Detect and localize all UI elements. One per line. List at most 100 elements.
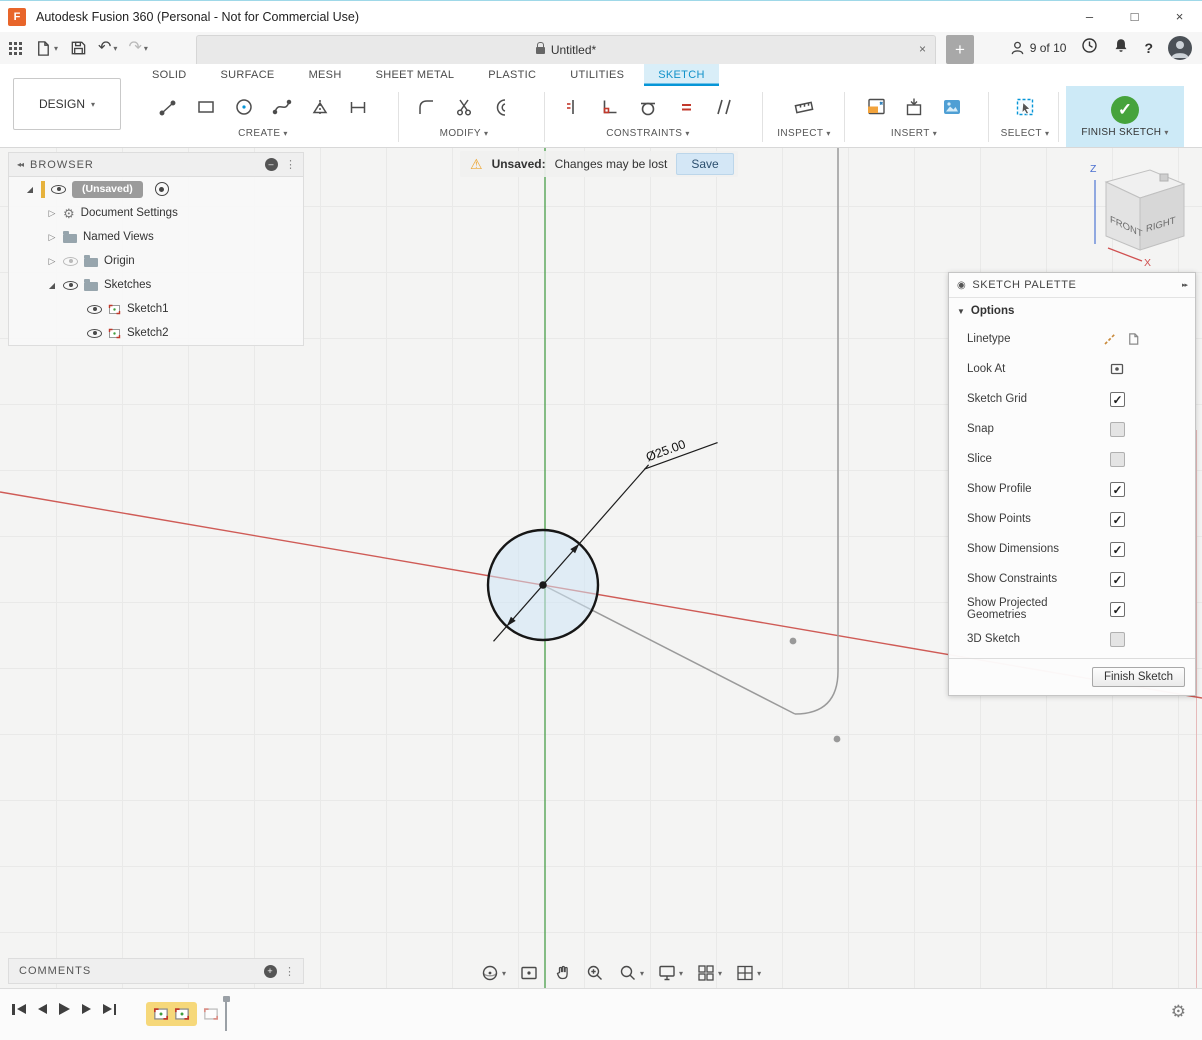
root-document-label[interactable]: (Unsaved) xyxy=(72,181,143,198)
timeline-play-button[interactable] xyxy=(59,1003,70,1015)
visibility-eye-icon[interactable] xyxy=(87,329,102,338)
tab-close-icon[interactable]: × xyxy=(919,42,926,56)
show-projected-checkbox[interactable]: ✓ xyxy=(1110,602,1125,617)
linetype-reference-icon[interactable] xyxy=(1126,331,1141,347)
tree-row-sketch1[interactable]: Sketch1 xyxy=(9,297,303,321)
linetype-construction-icon[interactable] xyxy=(1102,331,1118,347)
inspect-dropdown[interactable]: INSPECT▾ xyxy=(777,128,831,139)
save-document-button[interactable]: Save xyxy=(676,153,733,175)
tree-row-named-views[interactable]: ▷ Named Views xyxy=(9,225,303,249)
create-circle-icon[interactable] xyxy=(225,90,263,124)
select-dropdown[interactable]: SELECT▾ xyxy=(1001,128,1050,139)
show-points-checkbox[interactable]: ✓ xyxy=(1110,512,1125,527)
add-comment-icon[interactable]: + xyxy=(264,965,277,978)
timeline-skip-start-button[interactable] xyxy=(12,1004,26,1015)
dimension-label-group[interactable]: Ø25.00 xyxy=(638,427,717,470)
app-grid-icon[interactable] xyxy=(8,41,23,56)
visibility-eye-icon[interactable] xyxy=(51,185,66,194)
modify-fillet-icon[interactable] xyxy=(407,90,445,124)
constraint-vertical-icon[interactable] xyxy=(553,90,591,124)
constraint-tangent-icon[interactable] xyxy=(629,90,667,124)
tab-utilities[interactable]: UTILITIES xyxy=(556,64,638,86)
pan-tool[interactable] xyxy=(552,963,572,983)
create-rectangle-icon[interactable] xyxy=(187,90,225,124)
expander-icon[interactable]: ◢ xyxy=(47,281,57,290)
tree-row-sketch2[interactable]: Sketch2 xyxy=(9,321,303,345)
snap-checkbox[interactable] xyxy=(1110,422,1125,437)
viewports-tool[interactable]: ▾ xyxy=(735,963,761,983)
tab-solid[interactable]: SOLID xyxy=(138,64,201,86)
tree-row-sketches[interactable]: ◢ Sketches xyxy=(9,273,303,297)
constraint-parallel-icon[interactable] xyxy=(705,90,743,124)
dimension-label[interactable]: Ø25.00 xyxy=(644,437,687,464)
show-profile-checkbox[interactable]: ✓ xyxy=(1110,482,1125,497)
tab-surface[interactable]: SURFACE xyxy=(207,64,289,86)
save-button[interactable] xyxy=(69,39,87,57)
timeline-skip-end-button[interactable] xyxy=(103,1004,117,1015)
create-line-icon[interactable] xyxy=(149,90,187,124)
look-at-icon[interactable] xyxy=(1109,361,1125,377)
inspect-measure-icon[interactable] xyxy=(785,90,823,124)
constraints-dropdown[interactable]: CONSTRAINTS▾ xyxy=(606,128,690,139)
display-settings-tool[interactable]: ▾ xyxy=(657,963,683,983)
close-button[interactable]: × xyxy=(1157,1,1202,33)
zoom-tool[interactable] xyxy=(585,963,605,983)
tab-plastic[interactable]: PLASTIC xyxy=(474,64,550,86)
document-tab[interactable]: Untitled* × xyxy=(196,35,936,64)
collapse-panel-icon[interactable]: ◂◂ xyxy=(17,160,23,169)
finish-sketch-palette-button[interactable]: Finish Sketch xyxy=(1092,667,1185,687)
constraint-coincident-icon[interactable] xyxy=(591,90,629,124)
timeline-sketch2-icon[interactable] xyxy=(174,1006,190,1022)
insert-canvas-image-icon[interactable] xyxy=(933,90,971,124)
tree-item-label[interactable]: Sketches xyxy=(104,279,151,291)
notifications-bell-icon[interactable] xyxy=(1113,37,1129,59)
tree-item-label[interactable]: Document Settings xyxy=(81,207,178,219)
show-constraints-checkbox[interactable]: ✓ xyxy=(1110,572,1125,587)
slice-checkbox[interactable] xyxy=(1110,452,1125,467)
timeline-sketch1-icon[interactable] xyxy=(153,1006,169,1022)
create-dimension-icon[interactable] xyxy=(339,90,377,124)
timeline-step-back-button[interactable] xyxy=(38,1004,47,1014)
visibility-eye-icon[interactable] xyxy=(87,305,102,314)
browser-collapse-all-icon[interactable]: – xyxy=(265,158,278,171)
create-mirror-icon[interactable] xyxy=(301,90,339,124)
select-tool-icon[interactable] xyxy=(1006,90,1044,124)
workspace-selector[interactable]: DESIGN▾ xyxy=(13,78,121,130)
user-avatar[interactable] xyxy=(1168,36,1192,60)
tab-sheet-metal[interactable]: SHEET METAL xyxy=(362,64,469,86)
tree-row-origin[interactable]: ▷ Origin xyxy=(9,249,303,273)
redo-button[interactable]: ↷ ▾ xyxy=(128,40,147,56)
grid-and-snaps-tool[interactable]: ▾ xyxy=(696,963,722,983)
new-tab-button[interactable]: + xyxy=(946,35,974,64)
finish-sketch-button[interactable]: ✓ FINISH SKETCH▾ xyxy=(1066,86,1184,147)
modify-trim-icon[interactable] xyxy=(445,90,483,124)
modify-dropdown[interactable]: MODIFY▾ xyxy=(440,128,489,139)
tab-mesh[interactable]: MESH xyxy=(295,64,356,86)
undo-button[interactable]: ↶ ▾ xyxy=(98,40,117,56)
tree-row-root[interactable]: ◢ (Unsaved) xyxy=(9,177,303,201)
options-section-header[interactable]: ▼ Options xyxy=(949,298,1195,324)
expander-icon[interactable]: ▷ xyxy=(47,232,57,243)
sketch-point[interactable] xyxy=(790,638,797,645)
create-dropdown[interactable]: CREATE▾ xyxy=(238,128,288,139)
view-cube[interactable]: FRONT RIGHT Z X xyxy=(1078,156,1198,268)
tree-item-label[interactable]: Sketch1 xyxy=(127,303,169,315)
expander-icon[interactable]: ◢ xyxy=(25,185,35,194)
insert-svg-icon[interactable] xyxy=(857,90,895,124)
fit-tool[interactable]: ▾ xyxy=(618,963,644,983)
timeline-settings-gear-icon[interactable]: ⚙ xyxy=(1171,1002,1186,1022)
visibility-eye-off-icon[interactable] xyxy=(63,257,78,266)
tab-sketch[interactable]: SKETCH xyxy=(644,64,718,86)
help-icon[interactable]: ? xyxy=(1144,40,1153,56)
tree-item-label[interactable]: Origin xyxy=(104,255,135,267)
expander-icon[interactable]: ▷ xyxy=(47,208,57,219)
orbit-tool[interactable]: ▾ xyxy=(480,963,506,983)
job-status-icon[interactable] xyxy=(1081,37,1098,59)
show-dimensions-checkbox[interactable]: ✓ xyxy=(1110,542,1125,557)
3d-sketch-checkbox[interactable] xyxy=(1110,632,1125,647)
timeline-pending-feature-icon[interactable] xyxy=(203,1006,219,1022)
timeline-playhead[interactable] xyxy=(225,997,227,1031)
activate-radio-icon[interactable] xyxy=(155,182,169,196)
panel-drag-handle[interactable]: ⋮ xyxy=(284,965,296,978)
collaboration-status[interactable]: 9 of 10 xyxy=(1010,40,1067,56)
